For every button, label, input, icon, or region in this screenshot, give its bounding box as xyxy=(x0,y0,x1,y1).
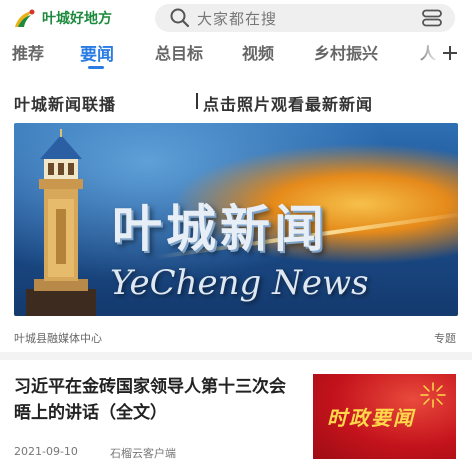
add-icon[interactable] xyxy=(441,44,459,62)
news-thumbnail[interactable]: 时政要闻 xyxy=(313,374,456,459)
thumbnail-text: 时政要闻 xyxy=(327,406,415,430)
news-title[interactable]: 习近平在金砖国家领导人第十三次会晤上的讲话（全文） xyxy=(14,374,294,426)
active-tab-indicator xyxy=(88,66,104,69)
search-bar[interactable]: 大家都在搜 xyxy=(155,4,455,32)
news-source: 石榴云客户端 xyxy=(110,447,176,460)
tab-headlines[interactable]: 要闻 xyxy=(80,40,114,65)
tab-video[interactable]: 视频 xyxy=(242,40,274,64)
app-name: 叶城好地方 xyxy=(42,11,112,27)
tab-goals[interactable]: 总目标 xyxy=(155,40,203,64)
menu-icon[interactable] xyxy=(421,9,443,27)
app-header: 叶城好地方 大家都在搜 xyxy=(0,0,472,36)
banner-tag[interactable]: 专题 xyxy=(434,330,456,346)
app-logo[interactable]: 叶城好地方 xyxy=(12,6,142,30)
news-banner[interactable]: 叶城新闻 YeCheng News xyxy=(14,123,458,316)
channel-tabs: 推荐 要闻 总目标 视频 乡村振兴 人 xyxy=(0,38,472,70)
banner-subtitle: YeCheng News xyxy=(110,263,369,303)
headline-separator xyxy=(196,93,198,109)
news-date: 2021-09-10 xyxy=(14,445,78,458)
tab-recommend[interactable]: 推荐 xyxy=(12,40,44,64)
tab-rural[interactable]: 乡村振兴 xyxy=(314,40,378,64)
tabs-fade xyxy=(415,38,440,70)
tower-image xyxy=(26,129,96,316)
search-icon xyxy=(170,8,190,28)
search-placeholder: 大家都在搜 xyxy=(197,9,278,28)
banner-title: 叶城新闻 xyxy=(112,199,328,258)
section-divider xyxy=(0,352,472,360)
headline-bar[interactable]: 叶城新闻联播 点击照片观看最新新闻 xyxy=(0,91,472,114)
banner-source: 叶城县融媒体中心 xyxy=(14,332,102,345)
headline-right: 点击照片观看最新新闻 xyxy=(203,95,374,114)
headline-left: 叶城新闻联播 xyxy=(14,95,117,114)
logo-icon xyxy=(15,9,35,27)
firework-icon xyxy=(420,382,446,408)
